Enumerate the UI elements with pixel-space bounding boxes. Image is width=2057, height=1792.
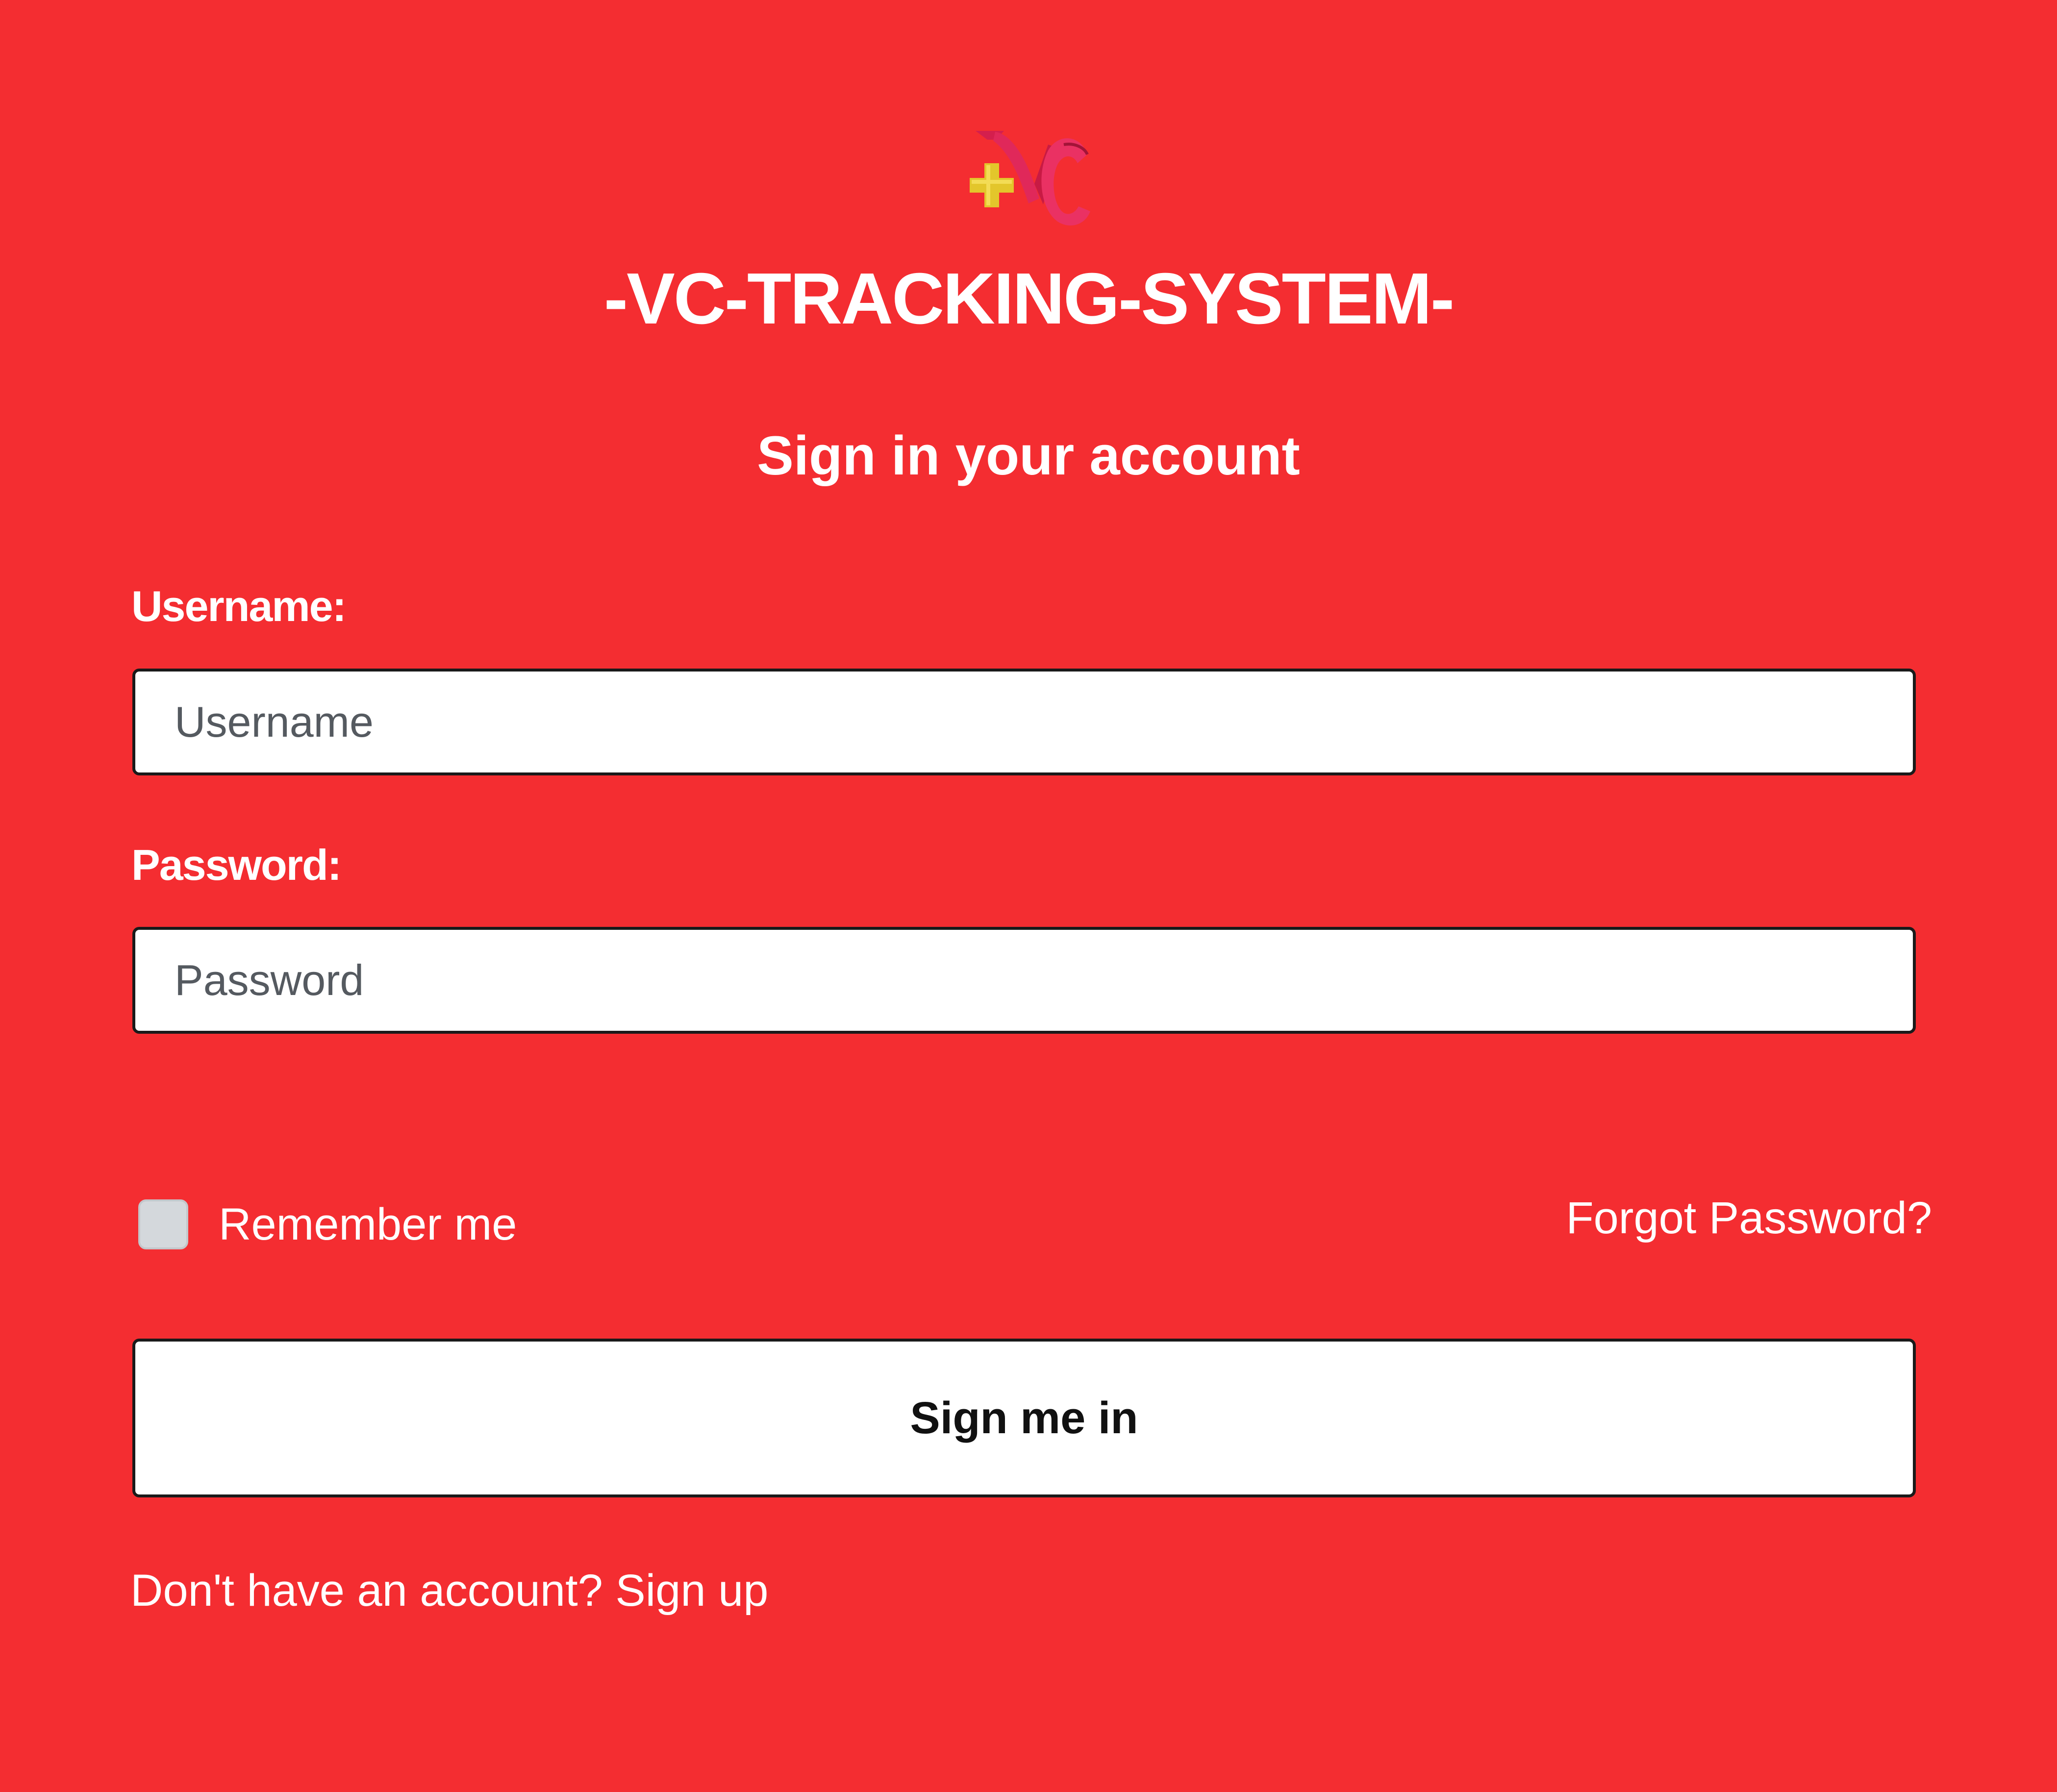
remember-me-label[interactable]: Remember me xyxy=(219,1195,517,1254)
signup-prompt: Don't have an account? Sign up xyxy=(130,1559,768,1622)
username-label: Username: xyxy=(131,582,347,630)
password-label: Password: xyxy=(131,841,342,889)
login-page: -VC-TRACKING-SYSTEM- Sign in your accoun… xyxy=(0,0,2057,1792)
forgot-password-link[interactable]: Forgot Password? xyxy=(1566,1186,1932,1250)
sign-up-link[interactable]: Sign up xyxy=(615,1566,768,1616)
vc-plus-logo-icon xyxy=(970,131,1090,226)
remember-me-row: Remember me xyxy=(138,1195,517,1254)
sign-in-heading: Sign in your account xyxy=(757,425,1300,486)
sign-in-button[interactable]: Sign me in xyxy=(132,1339,1916,1497)
password-input[interactable] xyxy=(132,927,1916,1034)
signup-prompt-text: Don't have an account? xyxy=(130,1566,603,1616)
remember-me-checkbox[interactable] xyxy=(138,1199,188,1249)
app-title: -VC-TRACKING-SYSTEM- xyxy=(603,258,1455,339)
username-input[interactable] xyxy=(132,669,1916,775)
